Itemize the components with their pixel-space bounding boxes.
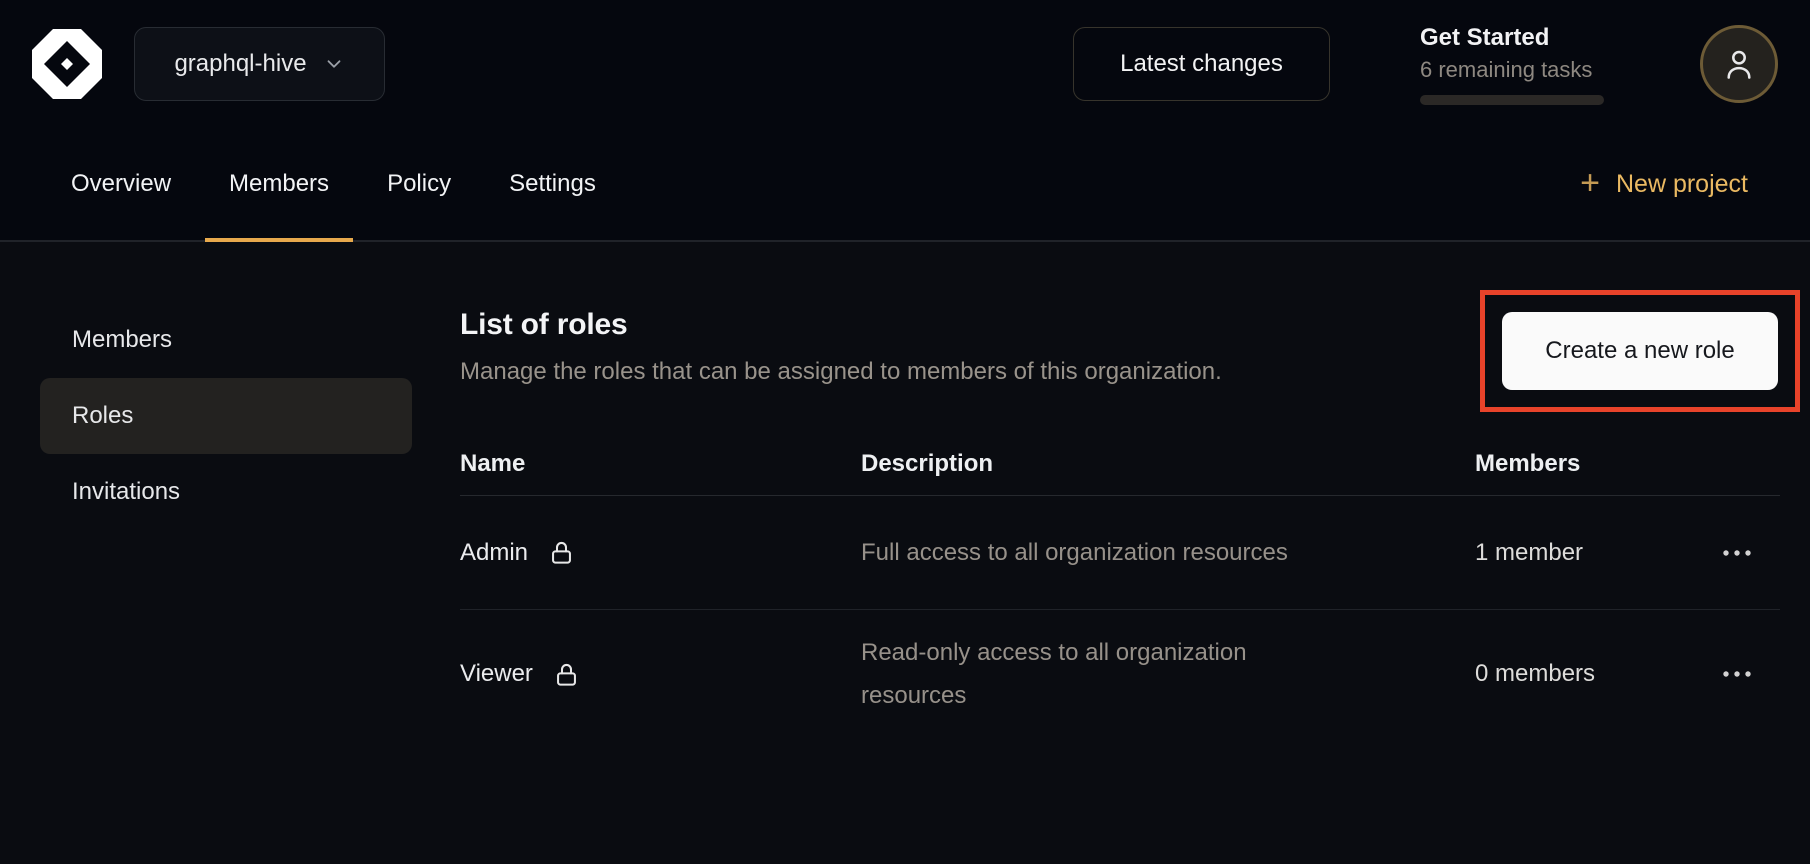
org-name: graphql-hive <box>174 50 306 78</box>
new-project-label: New project <box>1616 170 1748 199</box>
lock-icon <box>548 539 575 566</box>
chevron-down-icon <box>323 53 345 75</box>
top-bar: graphql-hive Latest changes Get Started … <box>0 0 1810 128</box>
ellipsis-icon <box>1721 670 1753 678</box>
role-description: Full access to all organization resource… <box>861 531 1351 574</box>
role-name-cell: Admin <box>460 539 861 567</box>
user-avatar[interactable] <box>1700 25 1778 103</box>
role-actions-cell <box>1715 660 1780 688</box>
plus-icon: + <box>1580 166 1600 200</box>
hive-logo-icon[interactable] <box>32 29 102 99</box>
role-members-count: 0 members <box>1475 660 1715 688</box>
role-actions-cell <box>1715 539 1780 567</box>
get-started-widget[interactable]: Get Started 6 remaining tasks <box>1420 24 1604 105</box>
tab-members[interactable]: Members <box>205 128 353 240</box>
sidebar-item-members[interactable]: Members <box>40 302 412 378</box>
sidebar-item-roles[interactable]: Roles <box>40 378 412 454</box>
get-started-title: Get Started <box>1420 24 1604 52</box>
tab-policy[interactable]: Policy <box>363 128 475 240</box>
row-menu-button[interactable] <box>1715 539 1759 567</box>
role-description: Read-only access to all organization res… <box>861 631 1351 717</box>
role-name: Admin <box>460 539 528 567</box>
table-row-admin: Admin Full access to all organization re… <box>460 496 1780 610</box>
latest-changes-button[interactable]: Latest changes <box>1073 27 1330 101</box>
roles-table: Name Description Members Admin <box>460 432 1780 738</box>
new-project-link[interactable]: + New project <box>1580 128 1748 240</box>
column-header-name: Name <box>460 450 861 478</box>
get-started-remaining-tasks: 6 remaining tasks <box>1420 57 1604 83</box>
role-name-cell: Viewer <box>460 660 861 688</box>
column-header-description: Description <box>861 450 1475 478</box>
table-row-viewer: Viewer Read-only access to all organizat… <box>460 610 1780 738</box>
role-members-count: 1 member <box>1475 539 1715 567</box>
user-icon <box>1720 45 1758 83</box>
role-name: Viewer <box>460 660 533 688</box>
org-tab-bar: Overview Members Policy Settings + New p… <box>0 128 1810 242</box>
row-menu-button[interactable] <box>1715 660 1759 688</box>
ellipsis-icon <box>1721 549 1753 557</box>
members-sidebar: Members Roles Invitations <box>40 242 412 864</box>
create-new-role-button[interactable]: Create a new role <box>1502 312 1778 390</box>
org-selector-dropdown[interactable]: graphql-hive <box>134 27 385 101</box>
sidebar-item-invitations[interactable]: Invitations <box>40 454 412 530</box>
lock-icon <box>553 661 580 688</box>
page: graphql-hive Latest changes Get Started … <box>0 0 1810 864</box>
get-started-progress-bar <box>1420 95 1604 105</box>
tab-overview[interactable]: Overview <box>47 128 195 240</box>
column-header-members: Members <box>1475 450 1715 478</box>
tab-settings[interactable]: Settings <box>485 128 620 240</box>
table-header-row: Name Description Members <box>460 432 1780 496</box>
